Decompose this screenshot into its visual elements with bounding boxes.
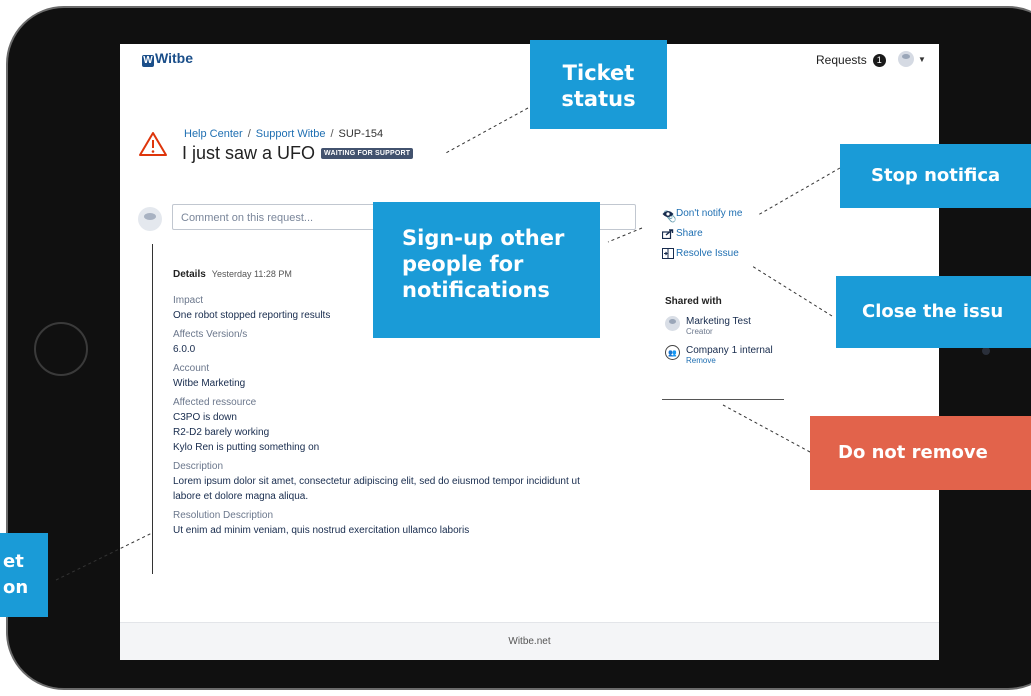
callout-ticket-information: et on [0,533,48,617]
callout-stop-notifications: Stop notifica [840,144,1031,208]
callout-close-issue: Close the issu [836,276,1031,348]
callout-ticket-status: Ticket status [530,40,667,129]
callout-connectors [55,107,841,581]
callout-do-not-remove: Do not remove [810,416,1031,490]
callout-signup-notifications: Sign-up other people for notifications [373,202,600,338]
